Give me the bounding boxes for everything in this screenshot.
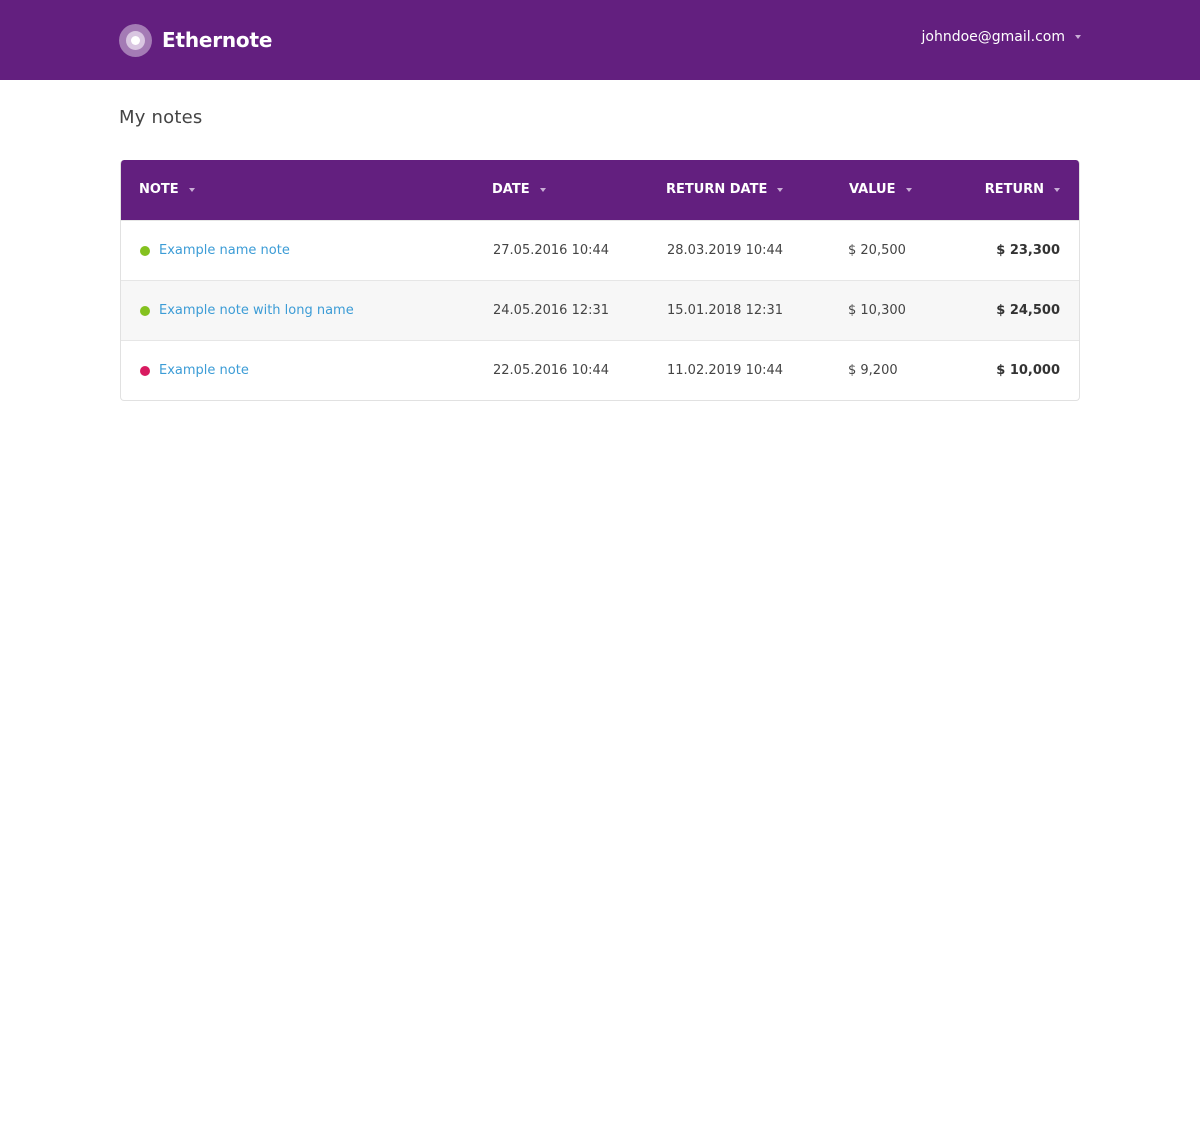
column-header-label: DATE xyxy=(492,182,530,197)
brand-name: Ethernote xyxy=(162,28,273,52)
sort-caret-icon xyxy=(905,188,912,192)
note-return-date: 15.01.2018 12:31 xyxy=(667,303,784,318)
note-return: $ 10,000 xyxy=(996,363,1060,378)
column-header-date[interactable]: DATE xyxy=(492,160,546,220)
column-header-label: NOTE xyxy=(139,182,179,197)
note-value: $ 10,300 xyxy=(848,303,906,318)
note-return-date: 28.03.2019 10:44 xyxy=(667,243,784,258)
note-return: $ 23,300 xyxy=(996,243,1060,258)
note-return: $ 24,500 xyxy=(996,303,1060,318)
sort-caret-icon xyxy=(188,188,195,192)
status-dot-icon xyxy=(140,306,150,316)
notes-table: NOTE DATE RETURN DATE VALUE RETURN Examp… xyxy=(120,160,1080,401)
table-row[interactable]: Example note 22.05.2016 10:44 11.02.2019… xyxy=(121,340,1079,400)
column-header-value[interactable]: VALUE xyxy=(849,160,912,220)
status-dot-icon xyxy=(140,366,150,376)
note-date: 22.05.2016 10:44 xyxy=(493,363,610,378)
sort-caret-icon xyxy=(777,188,784,192)
note-return-date: 11.02.2019 10:44 xyxy=(667,363,784,378)
column-header-return-date[interactable]: RETURN DATE xyxy=(666,160,784,220)
column-header-note[interactable]: NOTE xyxy=(139,160,195,220)
column-header-label: RETURN DATE xyxy=(666,182,768,197)
brand-home-link[interactable]: Ethernote xyxy=(119,22,272,58)
note-name-link[interactable]: Example note xyxy=(159,341,249,400)
column-header-return[interactable]: RETURN xyxy=(985,160,1060,220)
column-header-label: RETURN xyxy=(984,182,1044,197)
user-menu[interactable]: johndoe@gmail.com xyxy=(921,29,1081,45)
note-name-link[interactable]: Example note with long name xyxy=(159,281,354,340)
ethernote-logo-icon xyxy=(119,23,152,57)
note-date: 24.05.2016 12:31 xyxy=(493,303,610,318)
note-value: $ 20,500 xyxy=(848,243,906,258)
sort-caret-icon xyxy=(1054,188,1060,192)
status-dot-icon xyxy=(140,246,150,256)
top-navbar: Ethernote johndoe@gmail.com xyxy=(0,0,1200,80)
table-row[interactable]: Example note with long name 24.05.2016 1… xyxy=(121,280,1079,340)
note-name-link[interactable]: Example name note xyxy=(159,221,290,280)
user-email: johndoe@gmail.com xyxy=(921,29,1066,45)
note-value: $ 9,200 xyxy=(848,363,898,378)
sort-caret-icon xyxy=(539,188,546,192)
table-header: NOTE DATE RETURN DATE VALUE RETURN xyxy=(121,160,1079,220)
table-row[interactable]: Example name note 27.05.2016 10:44 28.03… xyxy=(121,220,1079,280)
caret-down-icon xyxy=(1075,35,1081,39)
page-title: My notes xyxy=(119,107,203,128)
column-header-label: VALUE xyxy=(849,182,896,197)
note-date: 27.05.2016 10:44 xyxy=(493,243,610,258)
